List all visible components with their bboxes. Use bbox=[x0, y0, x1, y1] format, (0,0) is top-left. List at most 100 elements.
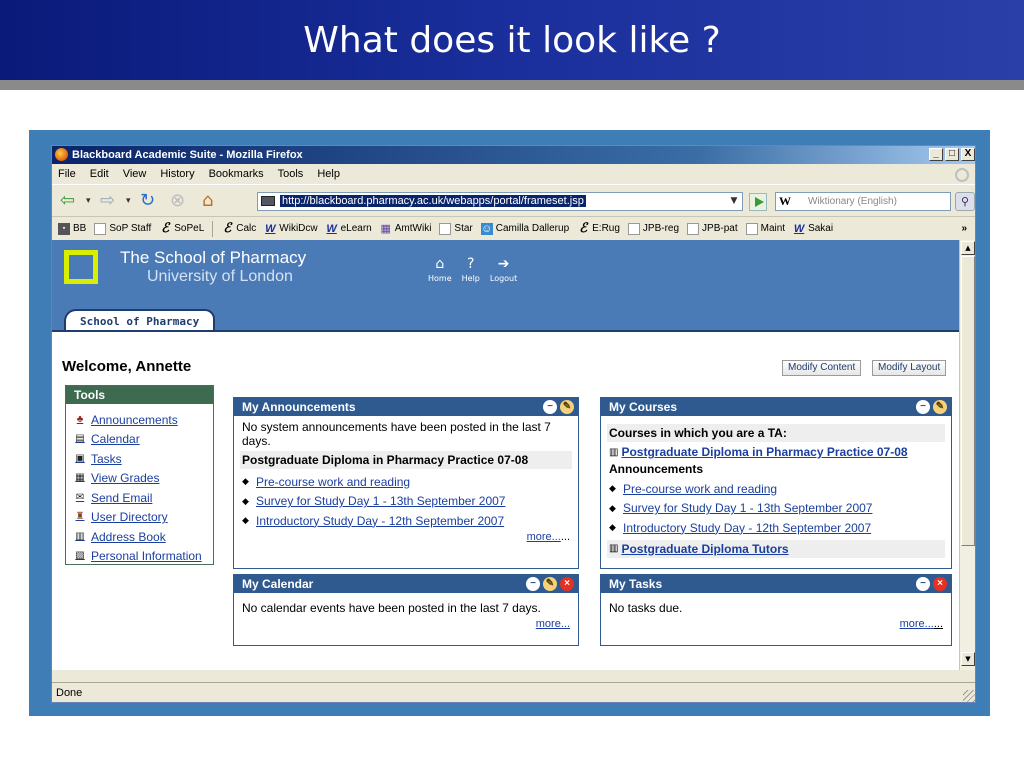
bookmark-amtwiki[interactable]: ▦ AmtWiki bbox=[380, 223, 432, 235]
resize-grip-icon[interactable] bbox=[963, 690, 975, 702]
scroll-up-icon[interactable]: ▲ bbox=[961, 241, 975, 255]
menu-history[interactable]: History bbox=[160, 164, 194, 184]
bookmarks-toolbar: ▪ BB SoP Staff ℰ SoPeL ℰ Calc W WikiDcw WeLe… bbox=[52, 216, 975, 240]
minimize-module-icon[interactable]: − bbox=[916, 577, 930, 591]
bullet-icon: ◆ bbox=[242, 476, 249, 487]
announcement-link[interactable]: Survey for Study Day 1 - 13th September … bbox=[256, 494, 505, 508]
status-text: Done bbox=[56, 687, 83, 699]
back-dropdown-icon[interactable]: ▾ bbox=[86, 190, 91, 212]
nav-home[interactable]: ⌂ Home bbox=[428, 256, 452, 283]
announcements-more-link[interactable]: more... bbox=[527, 531, 561, 543]
page-icon bbox=[439, 222, 452, 235]
bookmark-wikidcw[interactable]: W WikiDcw bbox=[264, 223, 318, 235]
bookmark-bb[interactable]: ▪ BB bbox=[58, 222, 86, 235]
logout-icon: ➔ bbox=[497, 256, 510, 272]
bookmark-camilla-dallerup[interactable]: ☺ Camilla Dallerup bbox=[480, 222, 569, 235]
list-item: ◆ Introductory Study Day - 12th September… bbox=[609, 518, 943, 538]
my-calendar-module: My Calendar − ✎ × No calendar events hav… bbox=[233, 574, 579, 646]
minimize-module-icon[interactable]: − bbox=[543, 400, 557, 414]
course-announcement-link[interactable]: Survey for Study Day 1 - 13th September … bbox=[623, 501, 872, 515]
tasks-more-link[interactable]: more... bbox=[900, 618, 934, 630]
calendar-more-link[interactable]: more... bbox=[536, 618, 570, 630]
url-bar[interactable]: http://blackboard.pharmacy.ac.uk/webapps… bbox=[257, 192, 743, 211]
tool-view-grades[interactable]: ▦ View Grades bbox=[74, 469, 213, 489]
menu-edit[interactable]: Edit bbox=[90, 164, 109, 184]
minimize-module-icon[interactable]: − bbox=[916, 400, 930, 414]
tool-address-book[interactable]: ▥ Address Book bbox=[74, 527, 213, 547]
school-name: The School of Pharmacy bbox=[120, 248, 307, 267]
modify-content-button[interactable]: Modify Content bbox=[782, 360, 862, 376]
bookmarks-overflow-icon[interactable]: » bbox=[961, 223, 967, 234]
search-magnifier-icon[interactable]: ⚲ bbox=[955, 192, 975, 211]
edit-module-icon[interactable]: ✎ bbox=[560, 400, 574, 414]
minimize-button[interactable]: _ bbox=[929, 148, 943, 161]
scrollbar-thumb[interactable] bbox=[961, 256, 975, 546]
course-announcements-heading: Announcements bbox=[609, 462, 704, 476]
tool-user-directory[interactable]: ♜ User Directory bbox=[74, 508, 213, 528]
list-item: ◆ Survey for Study Day 1 - 13th September… bbox=[242, 492, 570, 512]
tool-send-email[interactable]: ✉ Send Email bbox=[74, 488, 213, 508]
bookmark-maint[interactable]: Maint bbox=[745, 222, 785, 235]
tool-personal-information[interactable]: ▧ Personal Information bbox=[74, 547, 213, 567]
tool-tasks[interactable]: ▣ Tasks bbox=[74, 449, 213, 469]
tab-school-of-pharmacy[interactable]: School of Pharmacy bbox=[64, 309, 216, 332]
tutors-course-link[interactable]: Postgraduate Diploma Tutors bbox=[621, 542, 788, 556]
edit-module-icon[interactable]: ✎ bbox=[543, 577, 557, 591]
bookmark-calc[interactable]: ℰ Calc bbox=[221, 222, 257, 235]
bookmark-star[interactable]: Star bbox=[439, 222, 473, 235]
top-navigation: ⌂ Home ? Help ➔ Logout bbox=[428, 256, 517, 283]
close-module-icon[interactable]: × bbox=[933, 577, 947, 591]
tool-calendar[interactable]: ▤ Calendar bbox=[74, 430, 213, 450]
stop-icon[interactable]: ⊗ bbox=[170, 190, 185, 212]
back-arrow-icon[interactable]: ⇦ bbox=[60, 190, 75, 212]
close-module-icon[interactable]: × bbox=[560, 577, 574, 591]
forward-arrow-icon[interactable]: ⇨ bbox=[100, 190, 115, 212]
vertical-scrollbar[interactable]: ▲ ▼ bbox=[959, 240, 975, 670]
bookmark-jpb-pat[interactable]: JPB-pat bbox=[687, 222, 738, 235]
course-book-icon: ▥ bbox=[609, 543, 619, 554]
bookmark-sopel[interactable]: ℰ SoPeL bbox=[159, 222, 204, 235]
close-window-button[interactable]: X bbox=[961, 148, 975, 161]
menu-bookmarks[interactable]: Bookmarks bbox=[209, 164, 264, 184]
list-item: ◆ Pre-course work and reading bbox=[242, 472, 570, 492]
announcement-link[interactable]: Introductory Study Day - 12th September … bbox=[256, 514, 504, 528]
window-titlebar[interactable]: Blackboard Academic Suite - Mozilla Fire… bbox=[52, 146, 975, 164]
tool-label: Address Book bbox=[91, 529, 166, 544]
reload-icon[interactable]: ↻ bbox=[140, 190, 155, 212]
bookmark-label: Calc bbox=[236, 223, 257, 234]
nav-help[interactable]: ? Help bbox=[462, 256, 480, 283]
bookmark-jpb-reg[interactable]: JPB-reg bbox=[627, 222, 679, 235]
modify-layout-button[interactable]: Modify Layout bbox=[872, 360, 947, 376]
edit-module-icon[interactable]: ✎ bbox=[933, 400, 947, 414]
forward-dropdown-icon[interactable]: ▾ bbox=[126, 190, 131, 212]
menu-view[interactable]: View bbox=[123, 164, 147, 184]
tool-announcements[interactable]: ♣ Announcements bbox=[74, 410, 213, 430]
home-icon[interactable]: ⌂ bbox=[202, 190, 213, 212]
bookmark-erug[interactable]: ℰ E:Rug bbox=[577, 222, 620, 235]
maximize-button[interactable]: □ bbox=[945, 148, 959, 161]
tasks-text: No tasks due. bbox=[609, 601, 683, 615]
search-input[interactable]: W Wiktionary (English) bbox=[775, 192, 951, 211]
nav-logout[interactable]: ➔ Logout bbox=[490, 256, 517, 283]
course-announcement-link[interactable]: Pre-course work and reading bbox=[623, 482, 777, 496]
bookmark-sop-staff[interactable]: SoP Staff bbox=[94, 222, 151, 235]
module-title: My Calendar bbox=[242, 577, 314, 591]
bookmark-label: AmtWiki bbox=[394, 223, 432, 234]
menu-help[interactable]: Help bbox=[317, 164, 340, 184]
go-button[interactable] bbox=[749, 193, 767, 211]
announcement-link[interactable]: Pre-course work and reading bbox=[256, 475, 410, 489]
page-icon bbox=[94, 222, 107, 235]
bullet-icon: ◆ bbox=[242, 495, 249, 506]
menu-tools[interactable]: Tools bbox=[278, 164, 304, 184]
course-announcement-link[interactable]: Introductory Study Day - 12th September … bbox=[623, 521, 871, 535]
search-engine-icon[interactable]: W bbox=[779, 193, 791, 210]
scroll-down-icon[interactable]: ▼ bbox=[961, 652, 975, 666]
bookmark-label: JPB-pat bbox=[702, 223, 738, 234]
bookmark-elearn[interactable]: WeLearn bbox=[326, 223, 371, 235]
menu-file[interactable]: File bbox=[58, 164, 76, 184]
course-link[interactable]: Postgraduate Diploma in Pharmacy Practic… bbox=[621, 445, 907, 459]
url-dropdown-icon[interactable]: ▼ bbox=[727, 194, 741, 209]
nav-label: Logout bbox=[489, 274, 518, 283]
minimize-module-icon[interactable]: − bbox=[526, 577, 540, 591]
bookmark-sakai[interactable]: W Sakai bbox=[793, 223, 833, 235]
